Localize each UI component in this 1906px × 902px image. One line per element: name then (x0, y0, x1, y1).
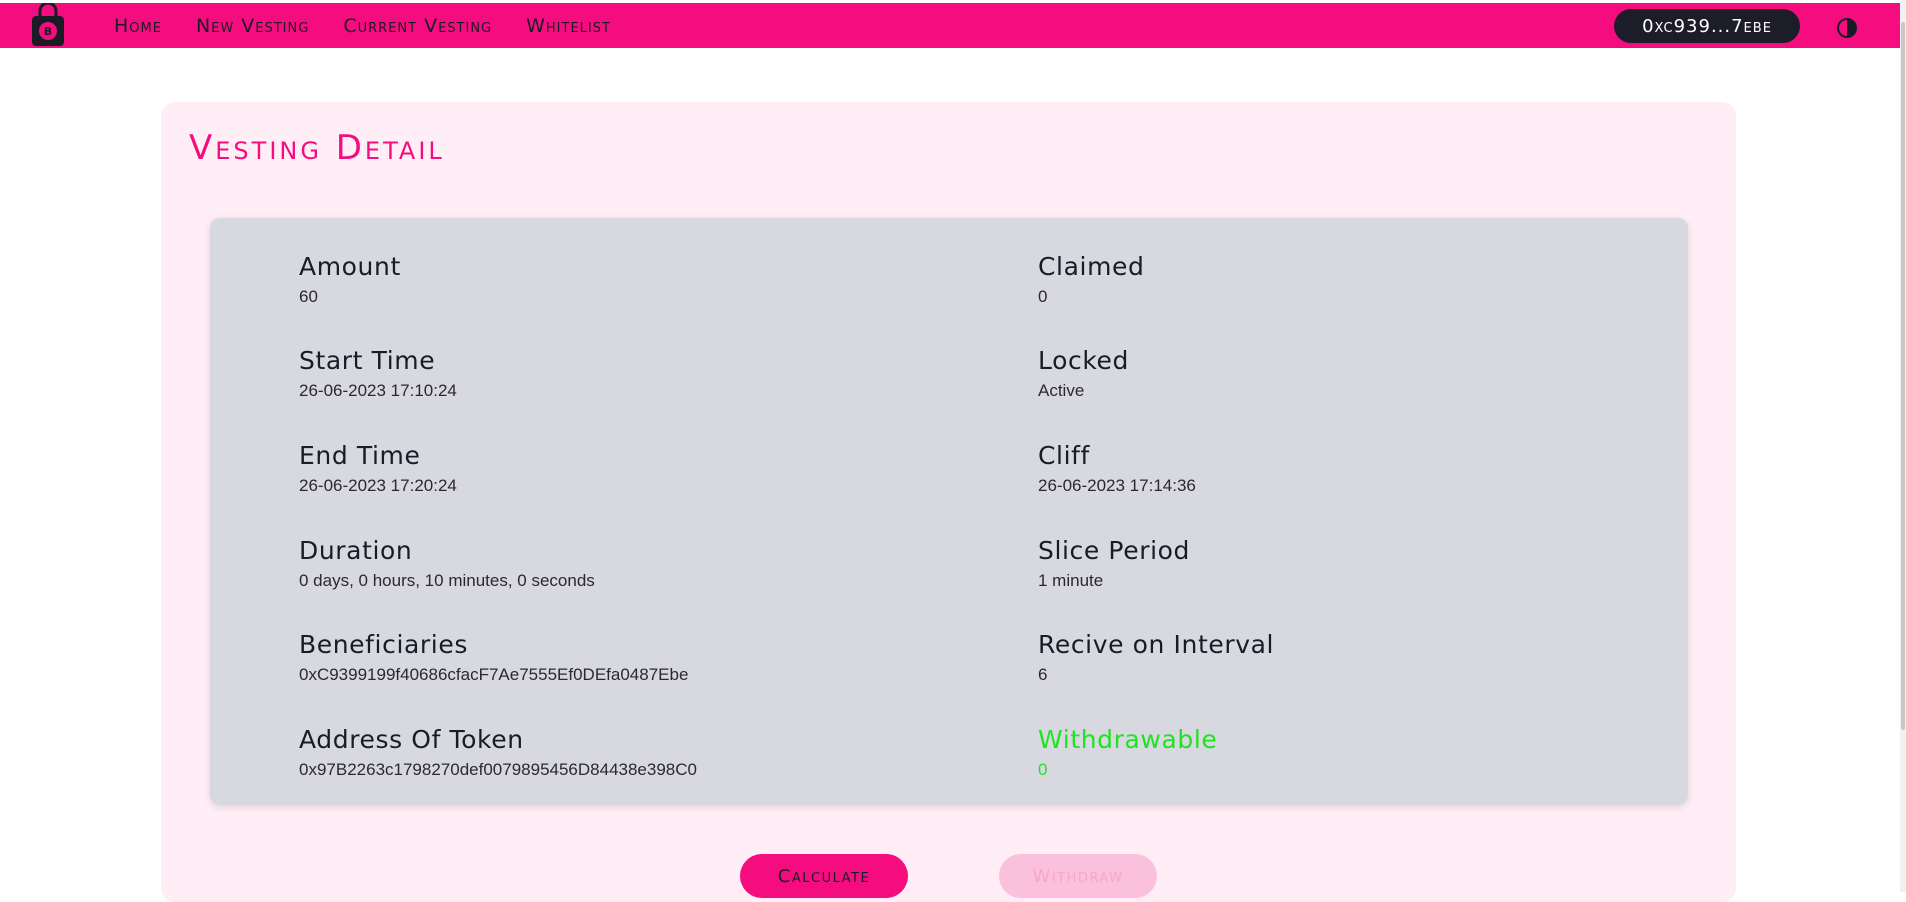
nav-home[interactable]: Home (114, 15, 162, 37)
scrollbar-thumb[interactable] (1901, 22, 1905, 730)
receive-interval-label: Recive on Interval (1038, 630, 1275, 659)
receive-interval-value: 6 (1038, 665, 1048, 684)
amount-field: Amount 60 (299, 252, 401, 307)
beneficiaries-field: Beneficiaries 0xC9399199f40686cfacF7Ae75… (299, 630, 688, 685)
amount-label: Amount (299, 252, 401, 281)
locked-value: Active (1038, 381, 1085, 400)
start-time-field: Start Time 26-06-2023 17:10:24 (299, 346, 457, 401)
token-address-value: 0x97B2263c1798270def0079895456D84438e398… (299, 760, 697, 779)
claimed-value: 0 (1038, 287, 1048, 306)
svg-text:B: B (44, 25, 52, 38)
nav-new-vesting[interactable]: New Vesting (196, 15, 309, 37)
amount-value: 60 (299, 287, 318, 306)
duration-field: Duration 0 days, 0 hours, 10 minutes, 0 … (299, 536, 595, 591)
withdrawable-field: Withdrawable 0 (1038, 725, 1217, 780)
withdrawable-value: 0 (1038, 760, 1048, 779)
duration-value: 0 days, 0 hours, 10 minutes, 0 seconds (299, 571, 595, 590)
nav-whitelist[interactable]: Whitelist (526, 15, 611, 37)
cliff-value: 26-06-2023 17:14:36 (1038, 476, 1196, 495)
slice-period-value: 1 minute (1038, 571, 1104, 590)
cliff-field: Cliff 26-06-2023 17:14:36 (1038, 441, 1196, 496)
token-address-label: Address Of Token (299, 725, 524, 754)
withdraw-button[interactable]: Withdraw (999, 854, 1157, 898)
slice-period-label: Slice Period (1038, 536, 1190, 565)
beneficiaries-label: Beneficiaries (299, 630, 468, 659)
end-time-label: End Time (299, 441, 421, 470)
end-time-value: 26-06-2023 17:20:24 (299, 476, 457, 495)
receive-interval-field: Recive on Interval 6 (1038, 630, 1274, 685)
locked-label: Locked (1038, 346, 1129, 375)
token-address-field: Address Of Token 0x97B2263c1798270def007… (299, 725, 697, 780)
calculate-button[interactable]: Calculate (740, 854, 908, 898)
bitcoin-lock-icon[interactable]: B (28, 3, 68, 48)
locked-field: Locked Active (1038, 346, 1129, 401)
withdrawable-label: Withdrawable (1038, 725, 1218, 754)
end-time-field: End Time 26-06-2023 17:20:24 (299, 441, 457, 496)
main-nav: Home New Vesting Current Vesting Whiteli… (114, 3, 611, 48)
top-nav-bar: B Home New Vesting Current Vesting White… (0, 3, 1900, 48)
beneficiaries-value: 0xC9399199f40686cfacF7Ae7555Ef0DEfa0487E… (299, 665, 689, 684)
slice-period-field: Slice Period 1 minute (1038, 536, 1190, 591)
contrast-toggle-icon[interactable] (1836, 17, 1858, 39)
nav-current-vesting[interactable]: Current Vesting (343, 15, 492, 37)
vesting-detail-card (210, 218, 1688, 805)
page-title: Vesting Detail (189, 128, 445, 168)
claimed-field: Claimed 0 (1038, 252, 1144, 307)
duration-label: Duration (299, 536, 413, 565)
cliff-label: Cliff (1038, 441, 1090, 470)
wallet-address-button[interactable]: 0xc939...7ebe (1614, 9, 1800, 43)
claimed-label: Claimed (1038, 252, 1145, 281)
start-time-label: Start Time (299, 346, 436, 375)
start-time-value: 26-06-2023 17:10:24 (299, 381, 457, 400)
